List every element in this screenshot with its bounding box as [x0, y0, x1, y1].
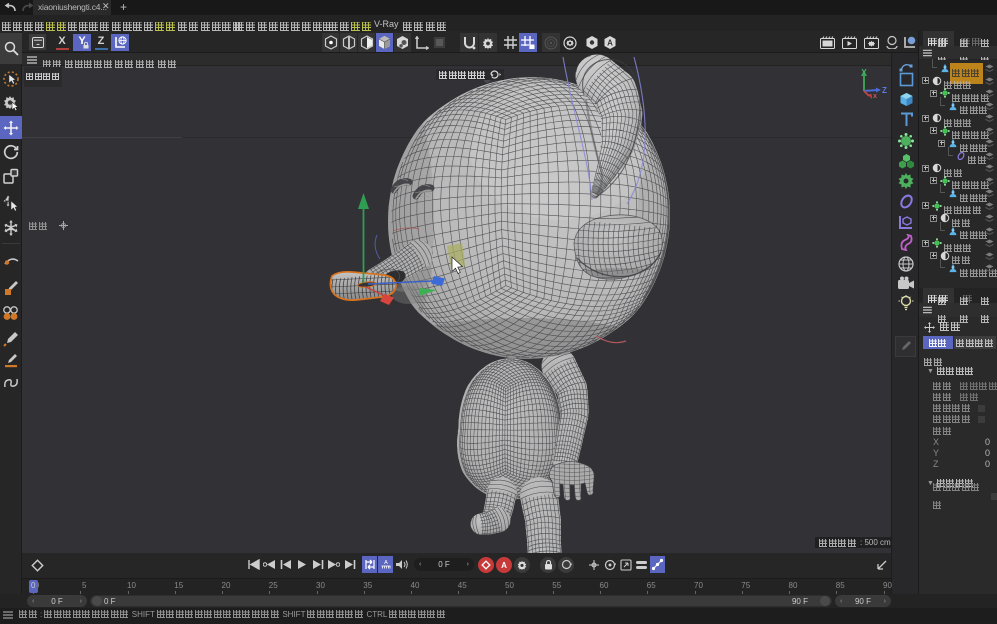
svg-text:Z: Z	[882, 86, 887, 95]
svg-text:A: A	[384, 560, 388, 566]
svg-text:x: x	[873, 93, 877, 100]
svg-text:A: A	[607, 39, 613, 48]
svg-text:A: A	[501, 561, 507, 570]
svg-text:Y: Y	[861, 68, 867, 77]
